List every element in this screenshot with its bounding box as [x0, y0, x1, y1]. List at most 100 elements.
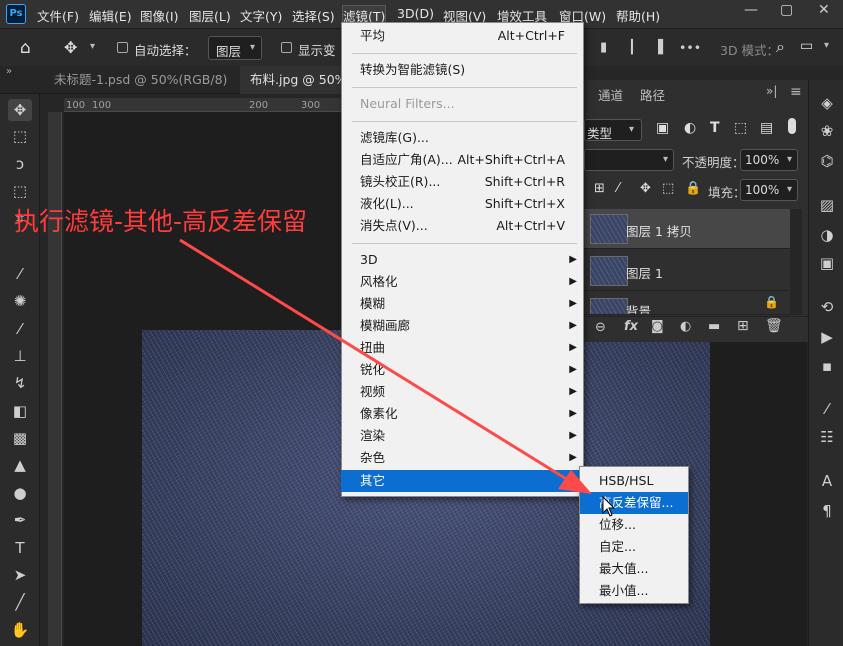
pen-tool-icon[interactable]: ✒	[8, 509, 32, 531]
menu-item-distort[interactable]: 扭曲 ▶	[341, 337, 584, 359]
menu-item-noise[interactable]: 杂色 ▶	[341, 447, 584, 469]
adjustment-filter-icon[interactable]: ◐	[684, 120, 696, 136]
lock-artboard-icon[interactable]: ⬚	[662, 181, 674, 196]
brush-settings-icon[interactable]: ⁄	[816, 398, 838, 420]
align-center-icon[interactable]: ┃	[628, 40, 636, 55]
gradient-tool-icon[interactable]: ▩	[8, 427, 32, 449]
properties-icon[interactable]: ☷	[816, 426, 838, 448]
submenu-item-maximum[interactable]: 最大值...	[580, 558, 688, 580]
move-tool-icon[interactable]: ✥	[8, 99, 32, 121]
menu-item-3d[interactable]: 3D ▶	[341, 249, 584, 271]
eraser-tool-icon[interactable]: ◧	[8, 400, 32, 422]
actions-icon[interactable]: ▶	[816, 326, 838, 348]
adjustments-icon[interactable]: ◑	[816, 224, 838, 246]
layer-row[interactable]: 背景 🔒	[582, 293, 790, 315]
auto-select-checkbox[interactable]	[117, 42, 128, 53]
image-icon[interactable]: ▨	[816, 194, 838, 216]
blend-mode-dropdown[interactable]: ▾	[584, 149, 674, 171]
line-tool-icon[interactable]: ╱	[8, 591, 32, 613]
layers-scrollbar[interactable]	[790, 209, 802, 315]
shape-filter-icon[interactable]: ⬚	[734, 120, 747, 136]
layers-icon[interactable]: ◈	[816, 92, 838, 114]
align-right-icon[interactable]: ▐	[653, 40, 663, 55]
align-icon[interactable]: ▮	[600, 40, 607, 55]
menu-item-blur-gallery[interactable]: 模糊画廊 ▶	[341, 315, 584, 337]
filter-toggle-icon[interactable]	[788, 118, 796, 134]
folder-icon[interactable]: ▬	[708, 319, 720, 334]
libraries-icon[interactable]: ▣	[816, 252, 838, 274]
new-layer-icon[interactable]: ⊞	[737, 318, 749, 334]
marquee-tool-icon[interactable]: ⬚	[8, 125, 32, 147]
dodge-tool-icon[interactable]: ●	[8, 482, 32, 504]
type-tool-icon[interactable]: T	[8, 537, 32, 559]
healing-tool-icon[interactable]: ✺	[8, 290, 32, 312]
menu-item-sharpen[interactable]: 锐化 ▶	[341, 359, 584, 381]
mask-icon[interactable]: ◙	[651, 319, 664, 334]
tab-channels[interactable]: 通道	[598, 85, 623, 104]
menu-item-vanishing-point[interactable]: 消失点(V)... Alt+Ctrl+V	[341, 215, 584, 237]
tab-untitled[interactable]: 未标题-1.psd @ 50%(RGB/8) ×	[44, 66, 250, 94]
smart-filter-icon[interactable]: ▤	[760, 120, 773, 136]
minimize-button[interactable]: —	[744, 2, 758, 18]
menu-3d[interactable]: 3D(D)	[397, 6, 434, 21]
menu-layer[interactable]: 图层(L)	[189, 6, 231, 25]
layer-row[interactable]: 图层 1	[582, 251, 790, 291]
auto-select-dropdown[interactable]: 图层 ▾	[208, 36, 262, 60]
show-transform-checkbox[interactable]	[281, 42, 292, 53]
workspace-icon[interactable]: ▭	[800, 38, 813, 54]
type-filter-icon[interactable]: T	[710, 120, 720, 136]
blur-tool-icon[interactable]: ▲	[8, 454, 32, 476]
menu-item-render[interactable]: 渲染 ▶	[341, 425, 584, 447]
eyedropper-tool-icon[interactable]: ⁄	[8, 263, 32, 285]
menu-item-convert-smart-filters[interactable]: 转换为智能滤镜(S)	[341, 59, 584, 81]
lock-transparent-icon[interactable]: ⊞	[594, 181, 605, 196]
fx-icon[interactable]: fx	[624, 319, 638, 334]
panel-menu-icon[interactable]: »|	[766, 84, 777, 98]
adjustment-icon[interactable]: ◐	[680, 319, 691, 334]
stamp-tool-icon[interactable]: ⊥	[8, 345, 32, 367]
menu-help[interactable]: 帮助(H)	[616, 6, 660, 25]
menu-item-filter-gallery[interactable]: 滤镜库(G)...	[341, 127, 584, 149]
submenu-item-offset[interactable]: 位移...	[580, 514, 688, 536]
history-brush-icon[interactable]: ↯	[8, 372, 32, 394]
submenu-item-high-pass[interactable]: 高反差保留...	[580, 492, 688, 514]
menu-item-adaptive-wide-angle[interactable]: 自适应广角(A)... Alt+Shift+Ctrl+A	[341, 149, 584, 171]
path-select-tool-icon[interactable]: ➤	[8, 564, 32, 586]
menu-item-liquify[interactable]: 液化(L)... Shift+Ctrl+X	[341, 193, 584, 215]
move-tool-icon[interactable]: ✥	[64, 38, 77, 57]
opacity-field[interactable]: 100% ▾	[740, 149, 798, 171]
tab-paths[interactable]: 路径	[640, 85, 665, 104]
link-icon[interactable]: ⊖	[595, 320, 606, 335]
menu-type[interactable]: 文字(Y)	[240, 6, 282, 25]
menu-file[interactable]: 文件(F)	[37, 6, 79, 25]
hamburger-icon[interactable]: ≡	[790, 84, 802, 100]
pixel-filter-icon[interactable]: ▣	[656, 120, 669, 136]
trash-icon[interactable]: 🗑	[765, 318, 783, 334]
menu-edit[interactable]: 编辑(E)	[89, 6, 132, 25]
brush-tool-icon[interactable]: ⁄	[8, 318, 32, 340]
tab-fabric[interactable]: 布料.jpg @ 50%	[240, 66, 342, 94]
menu-item-blur[interactable]: 模糊 ▶	[341, 293, 584, 315]
search-icon[interactable]: ⌕	[776, 37, 785, 57]
close-button[interactable]: ✕	[818, 2, 830, 18]
menu-item-pixelate[interactable]: 像素化 ▶	[341, 403, 584, 425]
character-icon[interactable]: A	[816, 470, 838, 492]
submenu-item-hsb-hsl[interactable]: HSB/HSL	[580, 470, 688, 492]
paths-icon[interactable]: ⌬	[816, 150, 838, 172]
fill-field[interactable]: 100% ▾	[740, 179, 798, 201]
layer-row[interactable]: 图层 1 拷贝	[582, 209, 790, 249]
menu-item-stylize[interactable]: 风格化 ▶	[341, 271, 584, 293]
paragraph-icon[interactable]: ¶	[816, 500, 838, 522]
history-icon[interactable]: ⟲	[816, 296, 838, 318]
chevron-down-icon[interactable]: ▾	[824, 40, 829, 51]
home-icon[interactable]: ⌂	[20, 38, 31, 58]
menu-image[interactable]: 图像(I)	[140, 6, 178, 25]
lock-all-icon[interactable]: 🔒	[685, 181, 701, 196]
maximize-button[interactable]: ▢	[780, 2, 793, 18]
layer-kind-filter[interactable]: 类型 ▾	[584, 119, 642, 141]
lock-pixels-icon[interactable]: ⁄	[617, 181, 619, 196]
menu-item-video[interactable]: 视频 ▶	[341, 381, 584, 403]
chevron-down-icon[interactable]: ▾	[90, 41, 95, 52]
submenu-item-minimum[interactable]: 最小值...	[580, 580, 688, 602]
submenu-item-custom[interactable]: 自定...	[580, 536, 688, 558]
